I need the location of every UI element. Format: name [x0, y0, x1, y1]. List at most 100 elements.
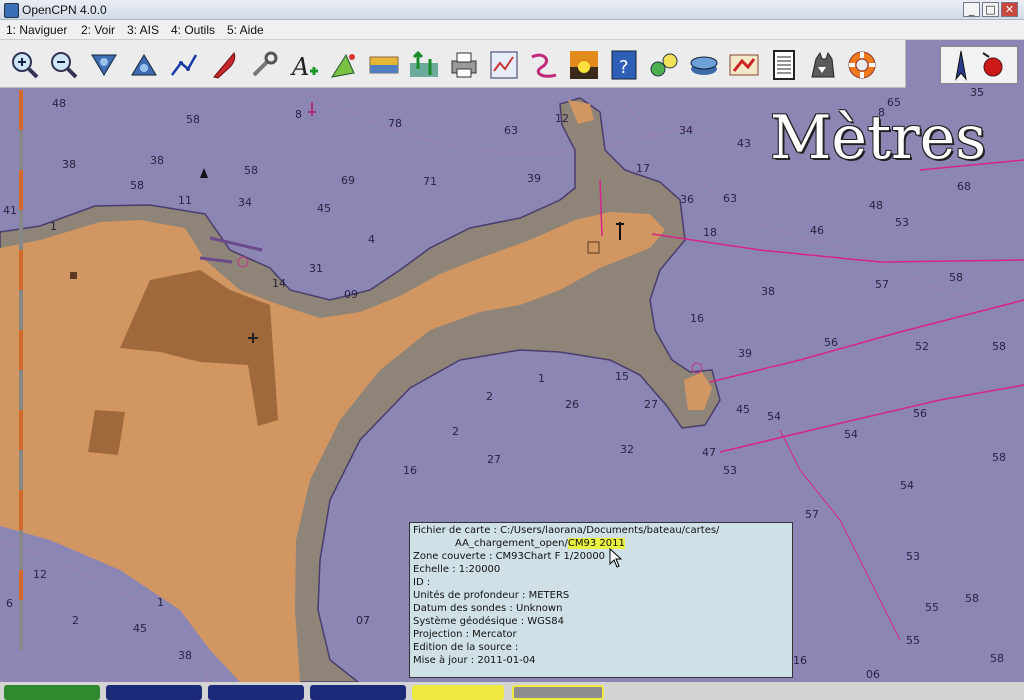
- chart-bar-icon[interactable]: [368, 49, 400, 81]
- alarm-icon[interactable]: [728, 49, 760, 81]
- status-bar: [0, 682, 1024, 700]
- depth-sounding: 45: [133, 622, 147, 635]
- depth-sounding: 27: [487, 453, 501, 466]
- status-chart-yellow[interactable]: [412, 685, 504, 700]
- mouse-cursor-icon: [609, 548, 623, 568]
- depth-sounding: 78: [388, 117, 402, 130]
- depth-sounding: 39: [738, 347, 752, 360]
- depth-sounding: 45: [317, 202, 331, 215]
- depth-sounding: 58: [130, 179, 144, 192]
- chart-settings-icon[interactable]: [488, 49, 520, 81]
- depth-sounding: 14: [272, 277, 286, 290]
- compass-toolbar[interactable]: [940, 46, 1018, 84]
- depth-sounding: 38: [178, 649, 192, 662]
- depth-sounding: 47: [702, 446, 716, 459]
- depth-sounding: 2: [486, 390, 493, 403]
- day-night-icon[interactable]: [568, 49, 600, 81]
- info-datum: Datum des sondes : Unknown: [413, 603, 563, 614]
- main-toolbar: A ?: [0, 40, 906, 88]
- zoom-out-icon[interactable]: [48, 49, 80, 81]
- depth-sounding: 15: [615, 370, 629, 383]
- menu-voir[interactable]: 2: Voir: [81, 23, 115, 37]
- zoom-in-icon[interactable]: [9, 49, 41, 81]
- info-echelle: Echelle : 1:20000: [413, 564, 501, 575]
- route-manager-icon[interactable]: [528, 49, 560, 81]
- ship-icon[interactable]: [208, 49, 240, 81]
- depth-sounding: 54: [900, 479, 914, 492]
- depth-sounding: 34: [679, 124, 693, 137]
- help-icon[interactable]: ?: [608, 49, 640, 81]
- depth-sounding: 38: [150, 154, 164, 167]
- depth-sounding: 2: [452, 425, 459, 438]
- depth-sounding: 56: [824, 336, 838, 349]
- depth-sounding: 57: [875, 278, 889, 291]
- depth-sounding: 34: [238, 196, 252, 209]
- depth-sounding: 16: [690, 312, 704, 325]
- info-id: ID :: [413, 577, 431, 588]
- depth-sounding: 58: [186, 113, 200, 126]
- depth-sounding: 6: [6, 597, 13, 610]
- scale-up-icon[interactable]: [128, 49, 160, 81]
- scale-down-icon[interactable]: [88, 49, 120, 81]
- depth-sounding: 68: [957, 180, 971, 193]
- depth-sounding: 39: [527, 172, 541, 185]
- menu-aide[interactable]: 5: Aide: [227, 23, 264, 37]
- depth-sounding: 06: [866, 668, 880, 681]
- svg-text:?: ?: [619, 57, 629, 78]
- info-systeme: Système géodésique : WGS84: [413, 616, 565, 627]
- status-chart-green[interactable]: [4, 685, 100, 700]
- plugin-icon[interactable]: [648, 49, 680, 81]
- status-chart-selected[interactable]: [512, 685, 604, 700]
- depth-sounding: 4: [368, 233, 375, 246]
- tools-icon[interactable]: [248, 49, 280, 81]
- depth-sounding: 2: [72, 614, 79, 627]
- menu-outils[interactable]: 4: Outils: [171, 23, 215, 37]
- print-icon[interactable]: [448, 49, 480, 81]
- mark-icon[interactable]: [328, 49, 360, 81]
- depth-sounding: 17: [636, 162, 650, 175]
- menu-ais[interactable]: 3: AIS: [127, 23, 159, 37]
- info-zone: Zone couverte : CM93Chart F 1/20000: [413, 551, 606, 562]
- depth-sounding: 09: [344, 288, 358, 301]
- depth-sounding: 53: [723, 464, 737, 477]
- depth-sounding: 63: [504, 124, 518, 137]
- depth-sounding: 58: [992, 451, 1006, 464]
- tide-icon[interactable]: [408, 49, 440, 81]
- depth-sounding: 16: [793, 654, 807, 667]
- depth-sounding: 55: [906, 634, 920, 647]
- log-icon[interactable]: [768, 49, 800, 81]
- depth-sounding: 43: [737, 137, 751, 150]
- depth-sounding: 63: [723, 192, 737, 205]
- depth-sounding: 38: [761, 285, 775, 298]
- depth-sounding: 41: [3, 204, 17, 217]
- status-chart-blue-2[interactable]: [208, 685, 304, 700]
- info-maj: Mise à jour : 2011-01-04: [413, 655, 536, 666]
- status-chart-blue-3[interactable]: [310, 685, 406, 700]
- minimize-button[interactable]: _: [963, 2, 980, 17]
- north-up-icon[interactable]: [941, 47, 1017, 83]
- menu-naviguer[interactable]: 1: Naviguer: [6, 23, 67, 37]
- depth-sounding: 35: [970, 86, 984, 99]
- info-unites: Unités de profondeur : METERS: [413, 590, 570, 601]
- depth-sounding: 26: [565, 398, 579, 411]
- chart-db-icon[interactable]: [688, 49, 720, 81]
- depth-sounding: 58: [949, 271, 963, 284]
- info-edition: Edition de la source :: [413, 642, 519, 653]
- close-button[interactable]: ✕: [1001, 2, 1018, 17]
- depth-sounding: 55: [925, 601, 939, 614]
- status-chart-blue-1[interactable]: [106, 685, 202, 700]
- maximize-button[interactable]: □: [982, 2, 999, 17]
- depth-sounding: 57: [805, 508, 819, 521]
- text-icon[interactable]: A: [288, 49, 320, 81]
- depth-sounding: 12: [555, 112, 569, 125]
- lifebuoy-icon[interactable]: [846, 49, 878, 81]
- route-icon[interactable]: [168, 49, 200, 81]
- info-fichier: Fichier de carte : C:/Users/laorana/Docu…: [413, 525, 720, 536]
- depth-sounding: 48: [52, 97, 66, 110]
- depth-sounding: 56: [913, 407, 927, 420]
- app-icon: [4, 3, 19, 18]
- dog-icon[interactable]: [806, 49, 838, 81]
- depth-sounding: 46: [810, 224, 824, 237]
- depth-sounding: 1: [538, 372, 545, 385]
- depth-sounding: 69: [341, 174, 355, 187]
